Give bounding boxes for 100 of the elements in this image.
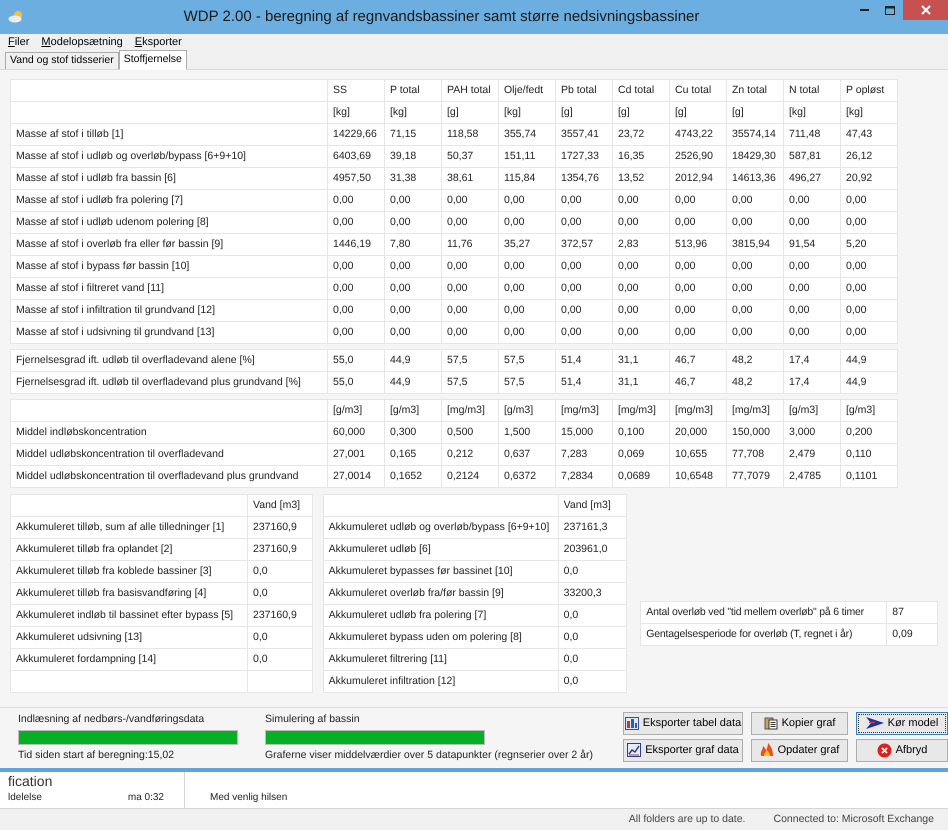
table-cell: 0,165 xyxy=(384,444,442,466)
toolbar-button[interactable]: Eksporter graf data xyxy=(623,738,743,762)
table-cell: 0,1652 xyxy=(384,466,442,488)
row-label: Akkumuleret tilløb fra basisvandføring [4] xyxy=(10,582,248,604)
table-cell: 0,00 xyxy=(442,256,498,278)
table-cell: 0,0689 xyxy=(612,466,670,488)
table-chart-icon xyxy=(624,716,639,730)
row-label: Masse af stof i udløb fra polering [7] xyxy=(10,190,328,212)
table-cell: 0,0 xyxy=(558,670,627,692)
table-cell: 57,5 xyxy=(498,372,556,394)
progress-note: Tid siden start af beregning:15,02 xyxy=(18,748,176,764)
table-cell: 0,00 xyxy=(384,278,442,300)
menu-item[interactable]: Modelopsætning xyxy=(41,36,123,48)
row-label: Fjernelsesgrad ift. udløb til overfladevand plus grundvand [%] xyxy=(10,372,328,394)
row-label: Masse af stof i udløb fra bassin [6] xyxy=(10,168,328,190)
table-cell: 20,000 xyxy=(670,422,726,444)
row-label: Akkumuleret udløb fra polering [7] xyxy=(323,604,558,626)
table-cell: 0,00 xyxy=(670,256,726,278)
progress-note: Graferne viser middelværdier over 5 datapunkter (regnserier over 2 år) xyxy=(265,748,594,764)
table-cell: 0,00 xyxy=(784,278,840,300)
fire-icon xyxy=(760,743,774,757)
table-cell: 0,00 xyxy=(670,278,726,300)
table-cell: 27,0014 xyxy=(328,466,384,488)
tab[interactable]: Vand og stof tidsserier xyxy=(5,52,119,69)
toolbar-button[interactable]: Kør model xyxy=(856,712,948,734)
toolbar-button[interactable]: Afbryd xyxy=(856,738,948,762)
toolbar-button[interactable]: Kopier graf xyxy=(751,712,848,734)
menu-item[interactable]: Eksporter xyxy=(134,36,182,48)
table-cell: 0,0 xyxy=(248,648,312,670)
toolbar-button[interactable]: Eksporter tabel data xyxy=(623,712,743,734)
table-cell: 372,57 xyxy=(556,234,612,256)
table-cell: 44,9 xyxy=(384,350,442,372)
table-cell: 0,00 xyxy=(384,212,442,234)
table-cell: 15,000 xyxy=(556,422,612,444)
table-cell: 0,00 xyxy=(328,300,384,322)
status-text: All folders are up to date. xyxy=(628,812,746,827)
table-cell: 711,48 xyxy=(784,124,840,146)
table-cell: 0,00 xyxy=(840,322,898,344)
unit-cell: [g] xyxy=(442,102,498,124)
row-label: Fjernelsesgrad ift. udløb til overfladevand alene [%] xyxy=(10,350,328,372)
table-cell: 0,500 xyxy=(442,422,498,444)
unit-cell: [g/m3] xyxy=(840,400,898,422)
table-cell: 513,96 xyxy=(670,234,726,256)
table-cell: 0,637 xyxy=(498,444,556,466)
table-cell: 91,54 xyxy=(784,234,840,256)
table-cell: 0,00 xyxy=(612,322,670,344)
table-cell: 0,00 xyxy=(670,300,726,322)
menu-item[interactable]: Filer xyxy=(8,36,30,48)
table-cell: 0,00 xyxy=(498,190,556,212)
column-header: N total xyxy=(784,80,840,102)
close-button[interactable] xyxy=(903,0,948,20)
unit-cell: [kg] xyxy=(784,102,840,124)
column-header: Vand [m3] xyxy=(558,494,627,516)
table-cell: 0,0 xyxy=(558,648,627,670)
table-cell: 0,00 xyxy=(670,212,726,234)
table-cell: 7,2834 xyxy=(556,466,612,488)
table-cell: 0,00 xyxy=(556,322,612,344)
table-cell: 48,2 xyxy=(726,372,784,394)
table-cell: 0,00 xyxy=(726,256,784,278)
table-cell: 2526,90 xyxy=(670,146,726,168)
table-cell: 0,00 xyxy=(384,322,442,344)
row-label: Akkumuleret fordampning [14] xyxy=(10,648,248,670)
unit-cell: [g] xyxy=(726,102,784,124)
table-cell: 0,212 xyxy=(442,444,498,466)
row-label: Antal overløb ved "tid mellem overløb" på 6 timer xyxy=(640,602,887,624)
row-label: Akkumuleret bypass uden om polering [8] xyxy=(323,626,558,648)
unit-cell: [g] xyxy=(612,102,670,124)
mail-preview: Med venlig hilsen xyxy=(210,792,288,805)
unit-cell: [kg] xyxy=(384,102,442,124)
table-cell: 0,00 xyxy=(670,190,726,212)
toolbar-button[interactable]: Opdater graf xyxy=(751,738,848,762)
table-cell: 0,00 xyxy=(498,256,556,278)
table-cell: 0,00 xyxy=(784,256,840,278)
row-label: Masse af stof i overløb fra eller før bassin [9] xyxy=(10,234,328,256)
table-cell: 51,4 xyxy=(556,372,612,394)
table-cell: 77,708 xyxy=(726,444,784,466)
table-cell: 23,72 xyxy=(612,124,670,146)
column-header: Cu total xyxy=(670,80,726,102)
table-cell: 0,2124 xyxy=(442,466,498,488)
table-cell: 44,9 xyxy=(840,350,898,372)
table-cell: 3815,94 xyxy=(726,234,784,256)
column-header: P opløst xyxy=(840,80,898,102)
table-cell: 0,069 xyxy=(612,444,670,466)
column-header: Pb total xyxy=(556,80,612,102)
table-cell: 0,00 xyxy=(498,322,556,344)
table-cell: 0,00 xyxy=(328,278,384,300)
chart-icon xyxy=(627,743,642,757)
maximize-icon xyxy=(885,6,895,14)
pane-heading: fication xyxy=(8,772,54,790)
table-cell: 1446,19 xyxy=(328,234,384,256)
table-cell: 0,00 xyxy=(442,300,498,322)
unit-cell: [kg] xyxy=(328,102,384,124)
unit-cell: [g/m3] xyxy=(328,400,384,422)
table-cell: 355,74 xyxy=(498,124,556,146)
table-cell: 17,4 xyxy=(784,350,840,372)
table-cell: 26,12 xyxy=(840,146,898,168)
table-cell: 2,479 xyxy=(784,444,840,466)
table-cell: 38,61 xyxy=(442,168,498,190)
table-cell: 4743,22 xyxy=(670,124,726,146)
tab[interactable]: Stoffjernelse xyxy=(118,50,187,70)
